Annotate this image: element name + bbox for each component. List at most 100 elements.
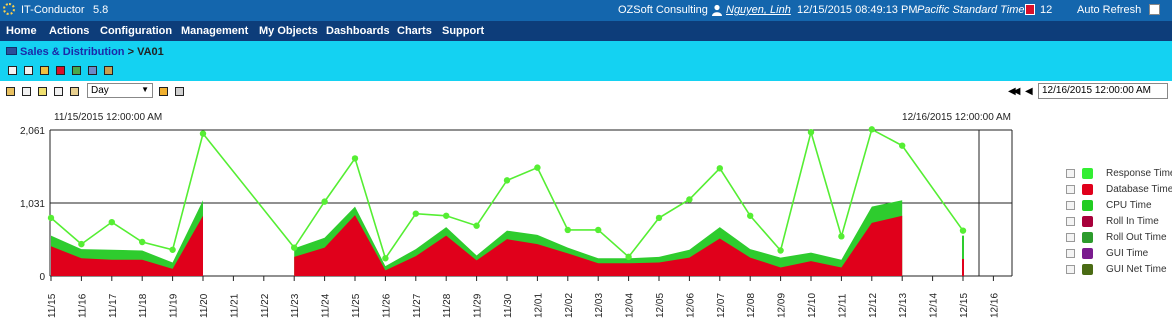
x-tick-label: 11/23	[290, 293, 301, 318]
response-time-point	[716, 165, 723, 172]
menu-charts[interactable]: Charts	[397, 25, 432, 37]
x-tick-label: 12/02	[564, 293, 575, 318]
response-time-point	[807, 128, 815, 136]
menu-actions[interactable]: Actions	[49, 25, 89, 37]
database-time-bar	[962, 258, 964, 276]
menu-management[interactable]: Management	[181, 25, 248, 37]
column-chart-icon[interactable]	[159, 87, 168, 96]
response-time-line	[50, 128, 964, 261]
x-tick-label: 12/15	[959, 293, 970, 318]
response-time-point	[47, 214, 55, 222]
x-tick-label: 11/25	[351, 293, 362, 318]
x-tick-label: 12/03	[594, 293, 605, 318]
report-icon[interactable]	[24, 66, 33, 75]
legend-label: Roll In Time	[1106, 216, 1159, 227]
response-time-point	[199, 130, 207, 137]
legend-checkbox[interactable]	[1066, 233, 1075, 242]
breadcrumb-parent-link[interactable]: Sales & Distribution	[20, 46, 125, 58]
breadcrumb-separator: >	[127, 46, 135, 58]
response-time-point	[169, 246, 176, 253]
response-time-point	[351, 155, 359, 162]
first-page-icon[interactable]: ◀◀	[1008, 86, 1021, 97]
response-time-point	[868, 126, 875, 133]
response-time-point	[777, 247, 784, 254]
user-icon	[711, 4, 723, 16]
x-tick-label: 11/18	[138, 293, 149, 318]
chevron-down-icon: ▼	[141, 85, 149, 94]
auto-refresh-label[interactable]: Auto Refresh	[1077, 4, 1141, 16]
legend-swatch	[1082, 216, 1093, 227]
breadcrumb: Sales & Distribution > VA01	[20, 46, 164, 58]
print-icon[interactable]	[54, 87, 63, 96]
legend-checkbox[interactable]	[1066, 169, 1075, 178]
legend-checkbox[interactable]	[1066, 265, 1075, 274]
response-time-point	[139, 238, 146, 246]
menu-configuration[interactable]: Configuration	[100, 25, 172, 37]
breadcrumb-bar: Sales & Distribution > VA01	[0, 41, 1172, 81]
period-select[interactable]: Day ▼	[87, 83, 153, 98]
x-tick-label: 11/28	[442, 293, 453, 318]
edit-icon[interactable]	[38, 87, 47, 96]
x-tick-label: 11/24	[321, 293, 332, 318]
alert-icon[interactable]	[56, 66, 65, 75]
x-tick-label: 12/07	[716, 293, 727, 318]
user-link[interactable]: Nguyen, Linh	[726, 4, 791, 16]
legend-swatch	[1082, 232, 1093, 243]
x-tick-label: 12/04	[625, 293, 636, 318]
legend-checkbox[interactable]	[1066, 201, 1075, 210]
x-tick-label: 11/19	[169, 293, 180, 318]
response-time-point	[382, 255, 389, 262]
link-icon[interactable]	[72, 66, 81, 75]
refresh-icon[interactable]	[8, 66, 17, 75]
menu-bar: Home Actions Configuration Management My…	[0, 21, 1172, 41]
legend-label: Database Time	[1106, 184, 1172, 195]
legend-label: GUI Net Time	[1106, 264, 1167, 275]
database-time-area	[294, 215, 903, 276]
x-tick-label: 12/10	[807, 293, 818, 318]
x-tick-label: 11/21	[229, 293, 240, 318]
legend-checkbox[interactable]	[1066, 185, 1075, 194]
people-icon[interactable]	[104, 66, 113, 75]
range-end-label: 12/16/2015 12:00:00 AM	[902, 112, 1011, 123]
signal-icon[interactable]	[88, 66, 97, 75]
previous-page-icon[interactable]: ◀	[1025, 86, 1033, 97]
response-time-point	[655, 214, 663, 222]
app-version: 5.8	[93, 4, 109, 16]
x-tick-label: 12/14	[929, 293, 940, 318]
response-time-point	[747, 212, 754, 219]
bar-chart-icon[interactable]	[40, 66, 49, 75]
legend-checkbox[interactable]	[1066, 217, 1075, 226]
x-tick-label: 11/22	[260, 293, 271, 318]
menu-my-objects[interactable]: My Objects	[259, 25, 318, 37]
menu-support[interactable]: Support	[442, 25, 484, 37]
x-tick-label: 12/01	[533, 293, 544, 318]
response-time-point	[686, 196, 693, 203]
auto-refresh-checkbox[interactable]	[1149, 4, 1160, 15]
breadcrumb-current: VA01	[137, 46, 164, 58]
x-tick-label: 11/17	[108, 293, 119, 318]
app-logo-icon	[3, 3, 15, 15]
database-time-area	[51, 215, 203, 276]
hierarchy-icon[interactable]	[6, 87, 15, 96]
chart-controls	[0, 81, 1172, 103]
legend-label: CPU Time	[1106, 200, 1152, 211]
x-tick-label: 12/09	[777, 293, 788, 318]
x-tick-label: 11/27	[412, 293, 423, 318]
legend-checkbox[interactable]	[1066, 249, 1075, 258]
date-input[interactable]: 12/16/2015 12:00:00 AM	[1038, 83, 1168, 99]
y-tick-label: 2,061	[20, 126, 45, 137]
alert-flag-icon[interactable]	[1025, 4, 1035, 15]
cpu-time-area	[51, 200, 203, 276]
copy-icon[interactable]	[70, 87, 79, 96]
stacked-chart-icon[interactable]	[175, 87, 184, 96]
response-time-point	[443, 212, 450, 219]
menu-dashboards[interactable]: Dashboards	[326, 25, 390, 37]
menu-home[interactable]: Home	[6, 25, 37, 37]
legend-swatch	[1082, 200, 1093, 211]
document-icon[interactable]	[22, 87, 31, 96]
response-time-point	[291, 244, 298, 251]
legend-swatch	[1082, 168, 1093, 179]
legend-label: GUI Time	[1106, 248, 1149, 259]
x-tick-label: 12/13	[898, 293, 909, 318]
response-time-point	[412, 210, 419, 217]
